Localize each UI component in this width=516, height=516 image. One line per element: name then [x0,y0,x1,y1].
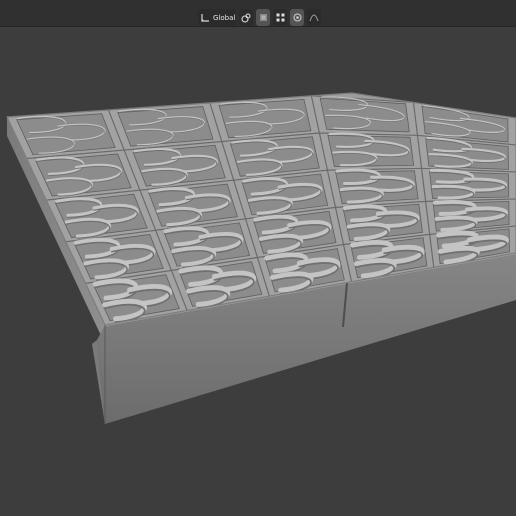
pivot-point-icon [241,12,251,23]
proportional-falloff-button[interactable] [307,9,321,26]
viewport-header: Global [0,0,516,27]
proportional-editing-toggle[interactable] [290,9,304,26]
transform-orientation-icon [201,13,210,22]
snap-increment-icon [276,13,285,22]
relief-tile-slab [6,92,516,424]
snap-target-button[interactable] [273,9,287,26]
snap-icon [259,13,268,22]
transform-orientation-label: Global [213,13,236,22]
tile-recess [117,106,214,147]
falloff-icon [309,13,319,22]
proportional-editing-icon [293,13,302,22]
tile-recess [16,113,116,156]
snap-toggle[interactable] [256,9,270,26]
3d-viewport[interactable] [0,26,516,516]
header-tools: Global [198,9,321,26]
transform-orientation-dropdown[interactable]: Global [198,9,244,26]
pivot-point-button[interactable] [239,9,253,26]
viewport-canvas [6,92,516,424]
